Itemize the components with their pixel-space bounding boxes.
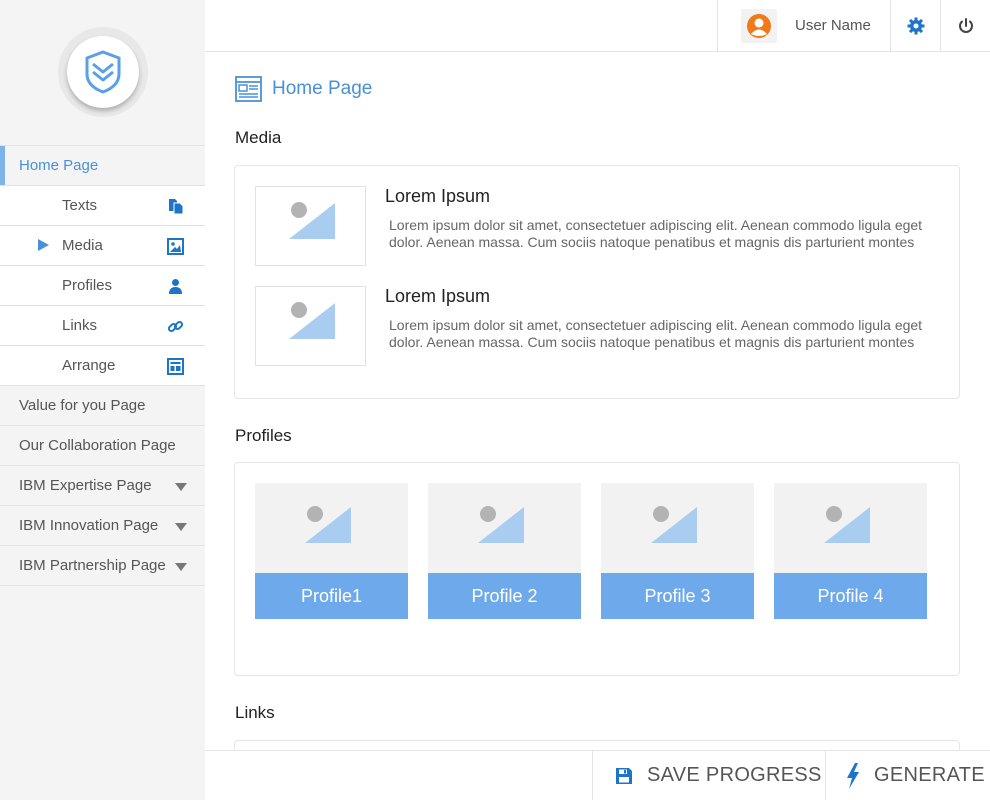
media-text: Lorem Ipsum Lorem ipsum dolor sit amet, … xyxy=(385,286,945,351)
sidebar-subitem-profiles[interactable]: Profiles xyxy=(0,266,205,306)
person-icon xyxy=(169,279,182,294)
current-item-arrow-icon xyxy=(38,239,49,251)
sidebar-item-label: IBM Partnership Page xyxy=(19,557,166,574)
sidebar-item-label: Value for you Page xyxy=(19,397,146,414)
links-card xyxy=(234,740,960,750)
save-progress-button[interactable]: SAVE PROGRESS xyxy=(592,751,825,800)
bottom-action-bar: SAVE PROGRESS GENERATE xyxy=(205,750,990,800)
media-card: Lorem Ipsum Lorem ipsum dolor sit amet, … xyxy=(234,165,960,399)
user-name[interactable]: User Name xyxy=(795,17,871,34)
profile-image xyxy=(428,483,581,573)
profile-card[interactable]: Profile 2 xyxy=(428,483,581,619)
generate-label: GENERATE xyxy=(874,764,985,786)
sidebar-item-our-collaboration[interactable]: Our Collaboration Page xyxy=(0,426,205,466)
power-icon xyxy=(958,17,973,33)
image-placeholder-icon xyxy=(289,302,335,339)
image-placeholder-icon xyxy=(477,506,524,543)
sidebar-item-label: Texts xyxy=(62,197,98,214)
sidebar: Home Page Texts Media Profiles Links Arr… xyxy=(0,0,205,800)
logo-ring xyxy=(57,26,148,117)
sidebar-item-label: Our Collaboration Page xyxy=(19,437,176,454)
section-title-profiles: Profiles xyxy=(235,426,292,445)
section-title-links: Links xyxy=(235,703,275,722)
media-item[interactable]: Lorem Ipsum Lorem ipsum dolor sit amet, … xyxy=(255,186,935,266)
link-icon xyxy=(167,320,184,333)
profile-image xyxy=(255,483,408,573)
sidebar-item-label: Media xyxy=(62,237,103,254)
user-menu[interactable]: User Name xyxy=(717,0,891,51)
sidebar-item-ibm-expertise[interactable]: IBM Expertise Page xyxy=(0,466,205,506)
save-progress-label: SAVE PROGRESS xyxy=(647,764,822,786)
media-thumbnail[interactable] xyxy=(255,286,366,366)
logout-button[interactable] xyxy=(940,0,990,51)
generate-button[interactable]: GENERATE xyxy=(825,751,990,800)
sidebar-subitem-links[interactable]: Links xyxy=(0,306,205,346)
main-content: Home Page Media Lorem Ipsum Lorem ipsum … xyxy=(205,52,990,750)
media-item[interactable]: Lorem Ipsum Lorem ipsum dolor sit amet, … xyxy=(255,286,935,366)
sidebar-item-label: Links xyxy=(62,317,98,334)
profile-label: Profile 2 xyxy=(428,573,581,619)
media-description: Lorem ipsum dolor sit amet, consectetuer… xyxy=(389,317,923,350)
chevron-down-icon[interactable] xyxy=(175,523,187,531)
layout-icon xyxy=(167,358,184,375)
section-title-media: Media xyxy=(235,128,282,147)
gear-icon xyxy=(907,17,924,34)
sidebar-item-value-for-you[interactable]: Value for you Page xyxy=(0,386,205,426)
sidebar-item-label: Arrange xyxy=(62,357,116,374)
sidebar-nav: Home Page Texts Media Profiles Links Arr… xyxy=(0,145,205,586)
media-description: Lorem ipsum dolor sit amet, consectetuer… xyxy=(389,217,923,250)
sidebar-item-label: IBM Expertise Page xyxy=(19,477,152,494)
profile-card[interactable]: Profile 3 xyxy=(601,483,754,619)
profiles-card: Profile1 Profile 2 Profile 3 Profile 4 xyxy=(234,462,960,676)
chevron-down-icon[interactable] xyxy=(175,483,187,491)
image-placeholder-icon xyxy=(650,506,697,543)
top-bar: User Name xyxy=(205,0,990,52)
page-title: Home Page xyxy=(272,78,373,99)
sidebar-item-label: Profiles xyxy=(62,277,113,294)
image-placeholder-icon xyxy=(823,506,870,543)
sidebar-item-ibm-innovation[interactable]: IBM Innovation Page xyxy=(0,506,205,546)
sidebar-subitem-media[interactable]: Media xyxy=(0,226,205,266)
documents-icon xyxy=(169,199,184,215)
image-placeholder-icon xyxy=(304,506,351,543)
user-avatar-icon xyxy=(747,13,771,38)
logo-area xyxy=(0,0,205,145)
profile-label: Profile 4 xyxy=(774,573,927,619)
media-title: Lorem Ipsum xyxy=(385,186,491,206)
floppy-disk-icon xyxy=(616,767,632,784)
sidebar-subitem-texts[interactable]: Texts xyxy=(0,186,205,226)
sidebar-subitem-arrange[interactable]: Arrange xyxy=(0,346,205,386)
image-placeholder-icon xyxy=(289,202,335,239)
sidebar-item-label: Home Page xyxy=(19,157,99,174)
shield-logo-icon xyxy=(85,49,120,94)
profile-image xyxy=(774,483,927,573)
media-thumbnail[interactable] xyxy=(255,186,366,266)
sidebar-item-ibm-partnership[interactable]: IBM Partnership Page xyxy=(0,546,205,586)
sidebar-item-home-page[interactable]: Home Page xyxy=(0,146,205,186)
media-title: Lorem Ipsum xyxy=(385,286,491,306)
lightning-bolt-icon xyxy=(847,762,859,789)
media-text: Lorem Ipsum Lorem ipsum dolor sit amet, … xyxy=(385,186,945,251)
page-header: Home Page xyxy=(235,76,372,102)
avatar[interactable] xyxy=(741,8,777,43)
chevron-down-icon[interactable] xyxy=(175,563,187,571)
profile-card[interactable]: Profile 4 xyxy=(774,483,927,619)
sidebar-item-label: IBM Innovation Page xyxy=(19,517,159,534)
profile-label: Profile1 xyxy=(255,573,408,619)
profile-label: Profile 3 xyxy=(601,573,754,619)
settings-button[interactable] xyxy=(890,0,940,51)
webpage-icon xyxy=(235,76,262,102)
image-icon xyxy=(167,238,184,255)
logo[interactable] xyxy=(66,35,139,108)
profile-image xyxy=(601,483,754,573)
profile-card[interactable]: Profile1 xyxy=(255,483,408,619)
